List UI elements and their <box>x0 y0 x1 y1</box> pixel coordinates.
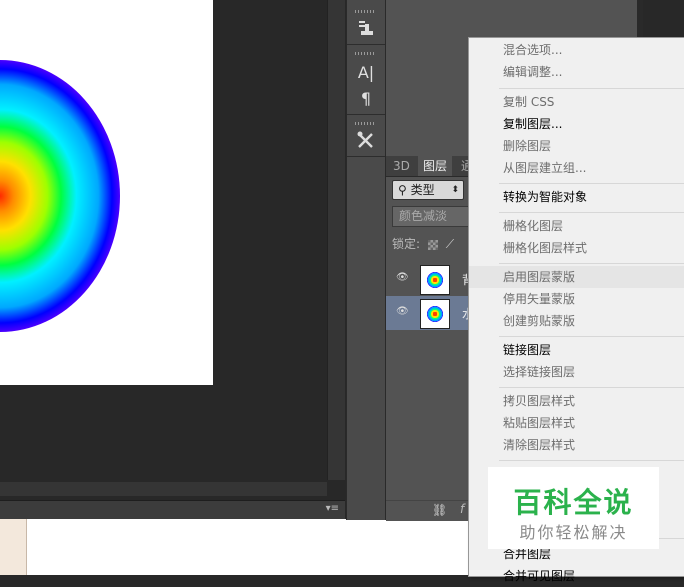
tool-panel-column: A| ¶ <box>346 0 386 520</box>
menu-item-paste-layer-style[interactable]: 粘贴图层样式 <box>469 412 684 434</box>
search-icon: ⚲ <box>398 183 407 197</box>
menu-item-rasterize-layer[interactable]: 栅格化图层 <box>469 215 684 237</box>
link-icon[interactable]: ⛓ <box>432 503 447 517</box>
menu-item-copy-layer-style[interactable]: 拷贝图层样式 <box>469 390 684 412</box>
panel-grip[interactable] <box>355 122 375 125</box>
layer-filter-select[interactable]: ⚲ 类型 ⬍ <box>392 180 464 200</box>
lock-transparency-icon[interactable] <box>427 239 438 250</box>
brush-icon[interactable]: ⟋ <box>446 237 454 251</box>
menu-item-select-linked-layers[interactable]: 选择链接图层 <box>469 361 684 383</box>
menu-item-link-layers[interactable]: 链接图层 <box>469 339 684 361</box>
tools-icon[interactable] <box>354 130 378 152</box>
status-bar: ▾≡ <box>0 500 345 519</box>
tab-layers[interactable]: 图层 <box>418 156 453 176</box>
blend-mode-select[interactable]: 颜色减淡 <box>392 206 480 227</box>
watermark-subtitle: 助你轻松解决 <box>519 523 628 542</box>
menu-item-blending-options[interactable]: 混合选项... <box>469 39 684 61</box>
menu-item-group-from-layers[interactable]: 从图层建立组... <box>469 157 684 179</box>
vertical-scrollbar[interactable] <box>327 0 345 480</box>
watermark-title: 百科全说 <box>513 486 634 519</box>
panel-grip[interactable] <box>355 52 375 55</box>
filter-label: 类型 <box>410 183 435 197</box>
eye-icon[interactable]: 👁 <box>396 306 409 318</box>
status-menu-icon[interactable]: ▾≡ <box>326 503 339 514</box>
menu-item-delete-layer[interactable]: 删除图层 <box>469 135 684 157</box>
menu-item-disable-vector-mask[interactable]: 停用矢量蒙版 <box>469 288 684 310</box>
layer-thumbnail <box>420 299 450 329</box>
eye-icon[interactable]: 👁 <box>396 272 409 284</box>
layer-thumbnail <box>420 265 450 295</box>
menu-item-copy-css[interactable]: 复制 CSS <box>469 91 684 113</box>
menu-item-convert-smart-object[interactable]: 转换为智能对象 <box>469 186 684 208</box>
canvas-area[interactable]: ▾≡ <box>0 0 345 520</box>
menu-item-clear-layer-style[interactable]: 清除图层样式 <box>469 434 684 456</box>
menu-item-rasterize-layer-style[interactable]: 栅格化图层样式 <box>469 237 684 259</box>
horizontal-scrollbar[interactable] <box>0 482 327 496</box>
document-canvas[interactable] <box>0 0 213 385</box>
menu-item-edit-adjustment[interactable]: 编辑调整... <box>469 61 684 83</box>
panel-grip[interactable] <box>355 10 375 13</box>
chevron-updown-icon: ⬍ <box>451 185 459 195</box>
radial-gradient-image <box>0 60 120 332</box>
menu-item-duplicate-layer[interactable]: 复制图层... <box>469 113 684 135</box>
watermark-logo: 百科全说 助你轻松解决 <box>488 467 659 549</box>
character-icon[interactable]: A| <box>354 62 378 84</box>
menu-item-merge-visible[interactable]: 合并可见图层 <box>469 565 684 587</box>
fx-icon[interactable]: f <box>460 502 464 516</box>
paragraph-icon[interactable]: ¶ <box>354 88 378 110</box>
tab-3d[interactable]: 3D <box>388 156 415 176</box>
lock-row: 锁定: ⟋ <box>392 235 454 252</box>
menu-item-enable-layer-mask[interactable]: 启用图层蒙版 <box>469 266 684 288</box>
clone-stamp-icon[interactable] <box>354 18 378 40</box>
lock-label: 锁定: <box>392 237 421 251</box>
menu-item-create-clipping-mask[interactable]: 创建剪贴蒙版 <box>469 310 684 332</box>
background-document-edge <box>0 519 27 575</box>
